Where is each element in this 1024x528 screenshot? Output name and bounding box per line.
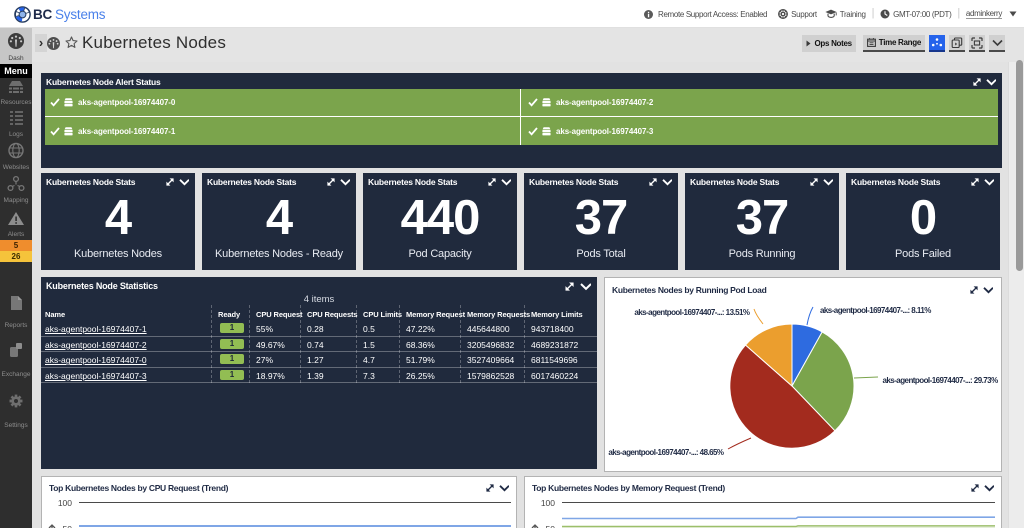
- svg-text:aks-agentpool-16974407-...: 48: aks-agentpool-16974407-...: 48.65%: [608, 448, 724, 457]
- svg-text:aks-agentpool-16974407-...: 13: aks-agentpool-16974407-...: 13.51%: [634, 308, 750, 317]
- svg-text:aks-agentpool-16974407-...: 8.: aks-agentpool-16974407-...: 8.11%: [820, 306, 931, 315]
- svg-text:aks-agentpool-16974407-...: 29: aks-agentpool-16974407-...: 29.73%: [883, 376, 999, 385]
